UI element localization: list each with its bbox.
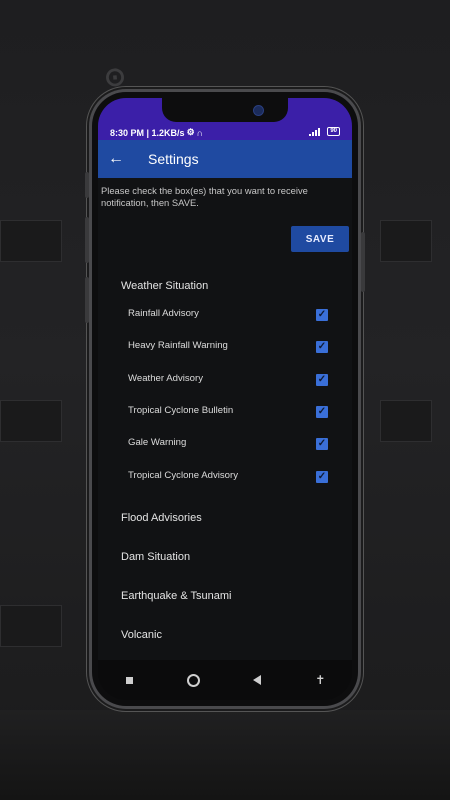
checkbox-gale-warning[interactable]: ✓ [316,438,328,450]
item-label: Weather Advisory [128,373,204,384]
save-button[interactable]: SAVE [291,226,349,252]
item-label: Rainfall Advisory [128,308,199,319]
section-dam-situation[interactable]: Dam Situation [121,551,190,563]
recent-apps-icon [126,676,134,684]
system-back-button[interactable] [242,665,272,695]
item-label: Tropical Cyclone Advisory [128,470,239,481]
checkbox-heavy-rainfall-warning[interactable]: ✓ [316,341,328,353]
list-item[interactable]: Heavy Rainfall Warning ✓ [98,336,352,366]
checkbox-tropical-cyclone-bulletin[interactable]: ✓ [316,406,328,418]
list-item[interactable]: Tropical Cyclone Advisory ✓ [98,466,352,496]
recent-apps-button[interactable] [115,665,145,695]
item-label: Heavy Rainfall Warning [128,340,228,351]
checkbox-rainfall-advisory[interactable]: ✓ [316,309,328,321]
list-item[interactable]: Gale Warning ✓ [98,433,352,463]
settings-gear-icon: ⚙ [186,127,195,137]
headset-icon: ∩ [196,127,204,138]
list-item[interactable]: Weather Advisory ✓ [98,369,352,399]
status-time-info: 8:30 PM | 1.2KB/s [110,127,185,138]
item-label: Gale Warning [128,437,187,448]
signal-icon [309,127,323,136]
phone-frame: 8:30 PM | 1.2KB/s ⚙ ∩ 90 ← Settings Plea… [85,92,365,706]
accessibility-button[interactable]: ✝ [305,665,335,695]
section-volcanic[interactable]: Volcanic [121,629,162,641]
instructions-text: Please check the box(es) that you want t… [101,185,308,208]
list-item[interactable]: Rainfall Advisory ✓ [98,304,352,334]
background-sign-emblem: ⊙ [102,60,130,93]
phone-screen: 8:30 PM | 1.2KB/s ⚙ ∩ 90 ← Settings Plea… [98,98,352,700]
page-title: Settings [148,151,199,167]
front-camera [253,105,264,116]
arrow-left-icon[interactable]: ← [108,151,130,167]
back-triangle-icon [252,675,261,685]
list-item[interactable]: Tropical Cyclone Bulletin ✓ [98,401,352,431]
item-label: Tropical Cyclone Bulletin [128,405,234,416]
battery-icon: 90 [327,127,340,136]
section-weather-situation[interactable]: Weather Situation [121,280,208,292]
section-flood-advisories[interactable]: Flood Advisories [121,512,202,524]
accessibility-icon: ✝ [315,673,326,687]
section-earthquake-tsunami[interactable]: Earthquake & Tsunami [121,590,231,602]
home-icon [186,673,200,687]
settings-content: Please check the box(es) that you want t… [98,178,352,660]
home-button[interactable] [178,665,208,695]
checkbox-weather-advisory[interactable]: ✓ [316,374,328,386]
notch [162,98,288,122]
app-bar: ← Settings [98,140,352,178]
system-nav-bar: ✝ [98,660,352,700]
checkbox-tropical-cyclone-advisory[interactable]: ✓ [316,471,328,483]
